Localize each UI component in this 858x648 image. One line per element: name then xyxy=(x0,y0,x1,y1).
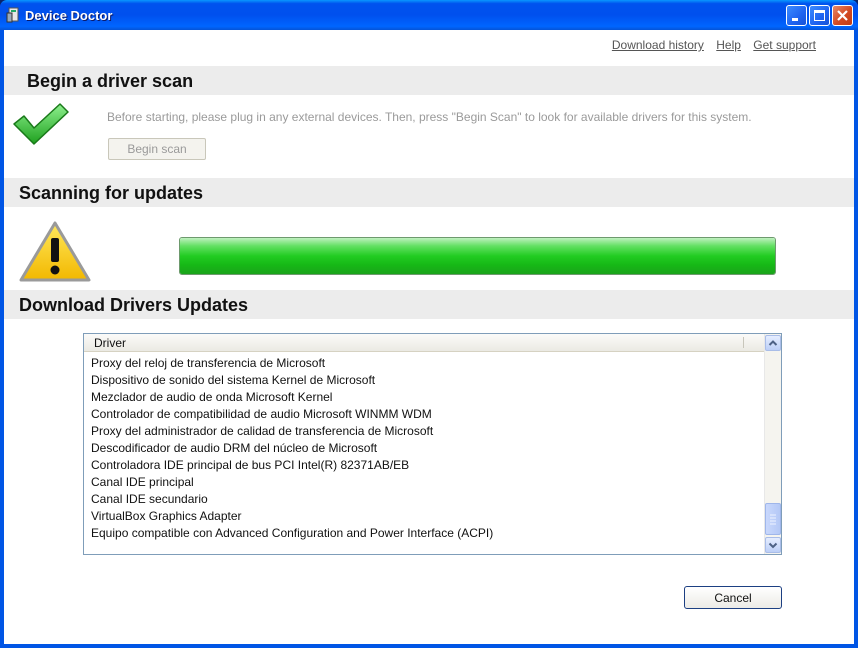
updates-section-title: Scanning for updates xyxy=(19,183,204,203)
list-item[interactable]: Controladora IDE principal de bus PCI In… xyxy=(91,457,493,474)
help-link[interactable]: Help xyxy=(716,38,741,52)
list-item[interactable]: Descodificador de audio DRM del núcleo d… xyxy=(91,440,493,457)
chevron-down-icon xyxy=(768,542,778,549)
list-item[interactable]: Proxy del administrador de calidad de tr… xyxy=(91,423,493,440)
list-item[interactable]: Canal IDE principal xyxy=(91,474,493,491)
green-checkmark-icon xyxy=(13,103,69,145)
scan-instructions: Before starting, please plug in any exte… xyxy=(107,110,752,124)
list-item[interactable]: Equipo compatible con Advanced Configura… xyxy=(91,525,493,542)
close-icon xyxy=(837,10,848,21)
list-item[interactable]: Mezclador de audio de onda Microsoft Ker… xyxy=(91,389,493,406)
begin-scan-button[interactable]: Begin scan xyxy=(108,138,206,160)
column-divider[interactable] xyxy=(743,337,744,348)
cancel-button[interactable]: Cancel xyxy=(684,586,782,609)
window-client-area: Download history Help Get support Begin … xyxy=(4,30,854,644)
driver-column-header[interactable]: Driver xyxy=(84,334,765,352)
minimize-button[interactable] xyxy=(786,5,807,26)
minimize-icon xyxy=(792,18,798,21)
get-support-link[interactable]: Get support xyxy=(753,38,816,52)
scroll-thumb[interactable] xyxy=(765,503,781,535)
close-button[interactable] xyxy=(832,5,853,26)
driver-list[interactable]: Driver Proxy del reloj de transferencia … xyxy=(83,333,782,555)
title-bar[interactable]: Device Doctor xyxy=(0,0,858,30)
scan-progress-bar xyxy=(179,237,776,275)
list-item[interactable]: Dispositivo de sonido del sistema Kernel… xyxy=(91,372,493,389)
driver-column-label: Driver xyxy=(94,336,126,350)
scroll-down-button[interactable] xyxy=(765,537,781,553)
app-window: Device Doctor Download history Help Get … xyxy=(0,0,858,648)
list-item[interactable]: Canal IDE secundario xyxy=(91,491,493,508)
maximize-button[interactable] xyxy=(809,5,830,26)
scan-progress-fill xyxy=(180,238,775,274)
maximize-icon xyxy=(814,10,825,21)
download-history-link[interactable]: Download history xyxy=(612,38,704,52)
vertical-scrollbar[interactable] xyxy=(764,334,781,554)
scan-section-title: Begin a driver scan xyxy=(27,71,194,91)
warning-triangle-icon xyxy=(19,221,91,282)
updates-section-header: Scanning for updates xyxy=(4,178,854,207)
top-links: Download history Help Get support xyxy=(603,38,816,52)
device-doctor-app-icon xyxy=(6,7,19,23)
list-item[interactable]: Proxy del reloj de transferencia de Micr… xyxy=(91,355,493,372)
grip-icon xyxy=(770,514,776,525)
window-title: Device Doctor xyxy=(25,8,113,23)
list-item[interactable]: Controlador de compatibilidad de audio M… xyxy=(91,406,493,423)
driver-rows: Proxy del reloj de transferencia de Micr… xyxy=(91,355,493,542)
scan-section-header: Begin a driver scan xyxy=(4,66,854,95)
scroll-up-button[interactable] xyxy=(765,335,781,351)
list-item[interactable]: VirtualBox Graphics Adapter xyxy=(91,508,493,525)
chevron-up-icon xyxy=(768,340,778,346)
drivers-section-title: Download Drivers Updates xyxy=(19,295,249,315)
drivers-section-header: Download Drivers Updates xyxy=(4,290,854,319)
